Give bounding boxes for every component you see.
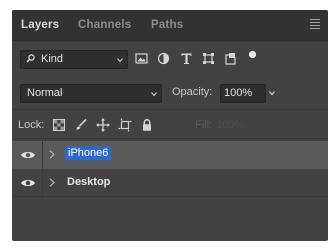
layer-row-desktop[interactable]: Desktop: [12, 169, 328, 197]
search-icon: [26, 54, 35, 63]
lock-row: Lock: Fill: 100%: [12, 116, 328, 136]
layer-name[interactable]: iPhone6: [65, 146, 112, 160]
fill-label: Fill:: [195, 119, 213, 131]
layers-panel: Layers Channels Paths Kind Normal Opacit…: [12, 10, 328, 241]
tab-divider: [12, 40, 328, 41]
divider: [12, 109, 328, 110]
kind-filter-label: Kind: [41, 53, 64, 65]
blend-mode-select[interactable]: Normal: [20, 84, 162, 103]
shape-filter-icon[interactable]: [202, 52, 215, 65]
chevron-right-icon[interactable]: [49, 178, 55, 187]
pixel-filter-icon[interactable]: [135, 52, 148, 65]
divider: [42, 169, 43, 197]
opacity-input[interactable]: 100%: [220, 84, 266, 103]
lock-label: Lock:: [18, 119, 45, 131]
chevron-right-icon[interactable]: [49, 150, 55, 159]
chevron-down-icon: [269, 91, 275, 96]
filter-row: Kind: [12, 46, 328, 70]
fill-value[interactable]: 100%: [216, 119, 244, 131]
divider: [12, 196, 328, 197]
lock-artboard-icon[interactable]: [118, 118, 132, 132]
smart-object-filter-icon[interactable]: [224, 52, 237, 65]
chevron-down-icon: [117, 58, 123, 63]
lock-position-icon[interactable]: [96, 118, 110, 132]
opacity-dropdown-button[interactable]: [266, 84, 278, 101]
panel-menu-icon[interactable]: [310, 19, 320, 29]
divider: [12, 138, 328, 139]
blend-mode-value: Normal: [27, 87, 63, 99]
divider: [42, 141, 43, 169]
lock-image-pixels-icon[interactable]: [74, 118, 88, 132]
chevron-down-icon: [151, 92, 157, 97]
lock-transparent-pixels-icon[interactable]: [52, 118, 66, 132]
eye-icon[interactable]: [20, 149, 36, 161]
layer-name[interactable]: Desktop: [67, 176, 110, 188]
kind-filter-select[interactable]: Kind: [20, 50, 128, 69]
tab-paths[interactable]: Paths: [151, 19, 183, 31]
filter-toggle-icon[interactable]: [246, 48, 259, 61]
layer-row-iphone6[interactable]: iPhone6: [12, 141, 328, 169]
panel-tab-bar: Layers Channels Paths: [12, 10, 328, 40]
opacity-label: Opacity:: [172, 86, 213, 98]
opacity-value: 100%: [224, 87, 253, 99]
tab-channels[interactable]: Channels: [78, 19, 131, 31]
type-filter-icon[interactable]: [180, 52, 193, 65]
eye-icon[interactable]: [20, 177, 36, 189]
lock-all-icon[interactable]: [140, 118, 154, 132]
tab-layers[interactable]: Layers: [21, 19, 59, 31]
adjustment-filter-icon[interactable]: [157, 52, 170, 65]
blend-row: Normal Opacity: 100%: [12, 82, 328, 104]
